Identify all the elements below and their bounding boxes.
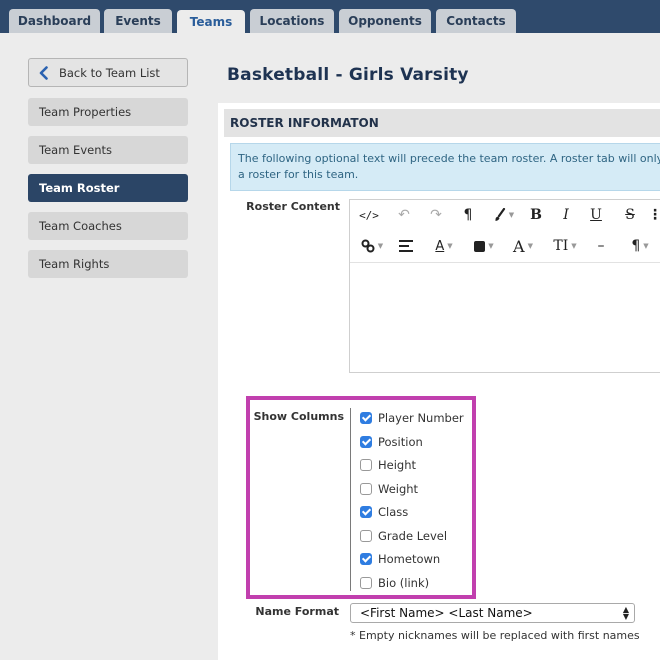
tab-opponents[interactable]: Opponents	[339, 9, 431, 33]
name-format-label: Name Format	[255, 605, 339, 618]
page-title: Basketball - Girls Varsity	[227, 65, 469, 85]
roster-content-label: Roster Content	[246, 200, 340, 213]
column-option-weight[interactable]: Weight	[360, 481, 418, 497]
link-icon[interactable]: ▼	[358, 236, 386, 256]
info-message: The following optional text will precede…	[230, 143, 660, 191]
column-option-class[interactable]: Class	[360, 504, 408, 520]
sidebar-item-team-events[interactable]: Team Events	[28, 136, 188, 164]
name-format-select[interactable]: <First Name> <Last Name> ▲ ▼	[350, 603, 635, 623]
horizontal-rule-icon[interactable]: –	[590, 236, 612, 256]
weight-checkbox[interactable]	[360, 483, 372, 495]
tab-dashboard[interactable]: Dashboard	[9, 9, 100, 33]
align-icon[interactable]	[395, 236, 417, 256]
underline-icon[interactable]: U	[585, 205, 607, 225]
column-divider	[350, 408, 351, 591]
hometown-checkbox[interactable]	[360, 553, 372, 565]
height-checkbox[interactable]	[360, 459, 372, 471]
column-option-hometown[interactable]: Hometown	[360, 551, 440, 567]
editor-content-area[interactable]	[350, 264, 660, 372]
more-options-icon[interactable]: ⋮	[648, 205, 660, 225]
column-option-label: Weight	[378, 482, 419, 496]
column-option-label: Position	[378, 435, 423, 449]
font-size-icon[interactable]: TI ▼	[548, 236, 582, 256]
section-header: ROSTER INFORMATON	[224, 109, 660, 137]
column-option-label: Player Number	[378, 411, 464, 425]
font-family-icon[interactable]: A ▼	[508, 236, 538, 256]
select-arrows-icon: ▲ ▼	[622, 605, 629, 621]
bold-icon[interactable]: B	[525, 205, 547, 225]
column-option-label: Grade Level	[378, 529, 448, 543]
editor-toolbar: </> ↶ ↷ ¶ ▼ B I U S ⋮ ▼ A ▼ ▼ A ▼ TI ▼ –…	[350, 200, 660, 263]
column-option-height[interactable]: Height	[360, 457, 416, 473]
redo-icon[interactable]: ↷	[425, 205, 447, 225]
grade-level-checkbox[interactable]	[360, 530, 372, 542]
tab-locations[interactable]: Locations	[250, 9, 334, 33]
column-option-position[interactable]: Position	[360, 434, 423, 450]
name-format-note: * Empty nicknames will be replaced with …	[350, 629, 640, 642]
paint-brush-icon[interactable]: ▼	[490, 205, 518, 225]
sidebar-item-team-roster[interactable]: Team Roster	[28, 174, 188, 202]
undo-icon[interactable]: ↶	[393, 205, 415, 225]
back-to-team-list-button[interactable]: Back to Team List	[28, 58, 188, 87]
paragraph-format-icon[interactable]: ¶ ▼	[625, 236, 655, 256]
roster-content-editor[interactable]: </> ↶ ↷ ¶ ▼ B I U S ⋮ ▼ A ▼ ▼ A ▼ TI ▼ –…	[349, 199, 660, 373]
column-option-grade-level[interactable]: Grade Level	[360, 528, 447, 544]
sidebar-item-team-rights[interactable]: Team Rights	[28, 250, 188, 278]
tab-contacts[interactable]: Contacts	[436, 9, 516, 33]
player-number-checkbox[interactable]	[360, 412, 372, 424]
column-option-bio-link[interactable]: Bio (link)	[360, 575, 429, 591]
strikethrough-icon[interactable]: S	[619, 205, 641, 225]
italic-icon[interactable]: I	[555, 205, 577, 225]
tab-events[interactable]: Events	[104, 9, 172, 33]
show-columns-label: Show Columns	[253, 410, 344, 423]
column-option-label: Height	[378, 458, 417, 472]
code-view-icon[interactable]: </>	[358, 205, 380, 225]
bio-link-checkbox[interactable]	[360, 577, 372, 589]
column-option-label: Bio (link)	[378, 576, 430, 590]
column-option-player-number[interactable]: Player Number	[360, 410, 464, 426]
class-checkbox[interactable]	[360, 506, 372, 518]
tab-teams[interactable]: Teams	[177, 10, 245, 33]
show-columns-highlight	[246, 396, 476, 599]
sidebar-item-team-coaches[interactable]: Team Coaches	[28, 212, 188, 240]
back-button-label: Back to Team List	[59, 65, 160, 80]
chevron-left-icon	[39, 65, 48, 80]
position-checkbox[interactable]	[360, 436, 372, 448]
paragraph-icon[interactable]: ¶	[457, 205, 479, 225]
background-color-icon[interactable]: ▼	[470, 236, 498, 256]
column-option-label: Class	[378, 505, 409, 519]
info-line-1: The following optional text will precede…	[238, 152, 660, 165]
text-color-icon[interactable]: A ▼	[430, 236, 458, 256]
info-line-2: a roster for this team.	[238, 168, 359, 181]
sidebar-item-team-properties[interactable]: Team Properties	[28, 98, 188, 126]
column-option-label: Hometown	[378, 552, 441, 566]
name-format-value: <First Name> <Last Name>	[360, 606, 533, 620]
